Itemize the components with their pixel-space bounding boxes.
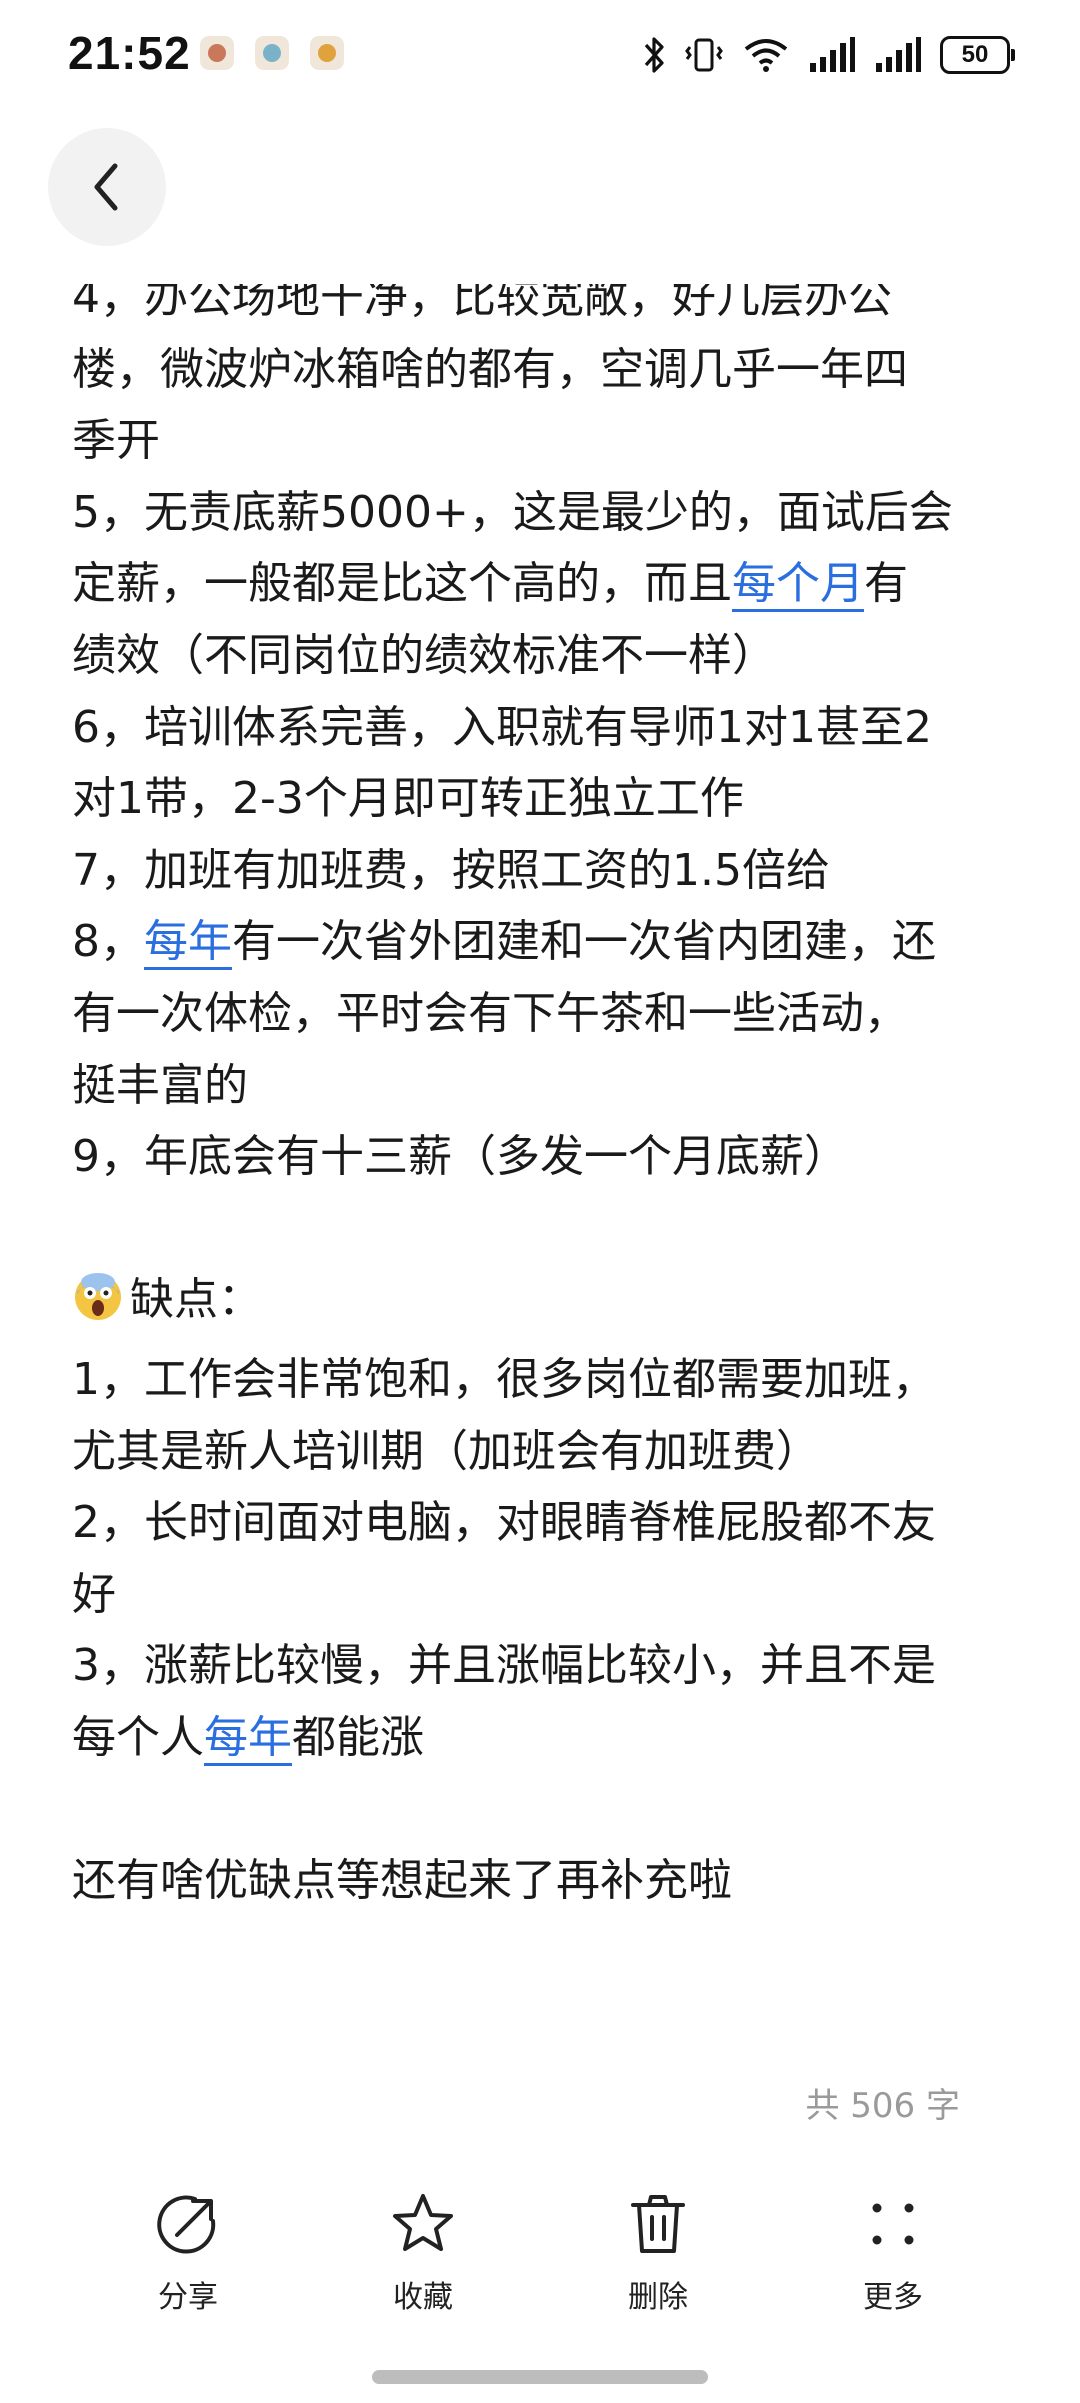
text-line: 7，加班有加班费，按照工资的1.5倍给 [72,844,830,896]
text-line: 9，年底会有十三薪（多发一个月底薪） [72,1131,848,1183]
text-line: 有一次体检，平时会有下午茶和一些活动， [72,987,908,1039]
favorite-button[interactable]: 收藏 [343,2188,503,2316]
text-line: 好 [72,1568,116,1620]
text-line: 5，无责底薪5000+，这是最少的，面试后会 [72,486,953,538]
word-count: 共 506 字 [805,2086,960,2126]
keyword-link[interactable]: 每年 [204,1711,292,1766]
text-line: 还有啥优缺点等想起来了再补充啦 [72,1855,732,1907]
text-line: 尤其是新人培训期（加班会有加班费） [72,1425,820,1477]
app-notification-icon [310,36,344,70]
battery-level: 50 [961,41,989,68]
app-notification-icon [255,36,289,70]
text-line: 对1带，2-3个月即可转正独立工作 [72,773,744,825]
text-fragment: 8， [72,916,144,968]
text-fragment: 都能涨 [292,1711,424,1763]
note-body: 4，办公场地干净，比较宽敞，好几层办公 楼，微波炉冰箱啥的都有，空调几乎一年四 … [72,262,1012,1917]
text-line: 缺点： [72,1264,1012,1344]
text-line: 绩效（不同岗位的绩效标准不一样） [72,629,776,681]
text-line: 季开 [72,415,160,467]
wifi-icon [742,35,790,75]
back-button[interactable] [48,128,166,246]
text-line: 定薪，一般都是比这个高的，而且每个月有 [72,548,1012,620]
more-label: 更多 [863,2280,923,2315]
share-label: 分享 [158,2280,218,2315]
chevron-left-icon [94,163,118,211]
keyword-link[interactable]: 每个月 [732,558,864,613]
more-dots-icon [857,2188,929,2260]
share-icon [152,2188,224,2260]
signal-icon [874,35,922,75]
star-icon [387,2188,459,2260]
trash-icon [622,2188,694,2260]
text-fragment: 有一次省外团建和一次省内团建，还 [232,916,936,968]
text-fragment: 有 [864,558,908,610]
text-line: 楼，微波炉冰箱啥的都有，空调几乎一年四 [72,343,908,395]
keyword-link[interactable]: 每年 [144,916,232,971]
battery-icon: 50 [940,36,1015,74]
vibrate-icon [684,35,724,75]
section-heading: 缺点： [130,1274,262,1326]
text-line: 挺丰富的 [72,1059,248,1111]
favorite-label: 收藏 [393,2280,453,2315]
screaming-face-emoji-icon [72,1270,124,1344]
bluetooth-icon [642,35,666,75]
delete-button[interactable]: 删除 [578,2188,738,2316]
text-line: 2，长时间面对电脑，对眼睛脊椎屁股都不友 [72,1497,936,1549]
share-button[interactable]: 分享 [108,2188,268,2316]
bottom-toolbar: 分享 收藏 删除 更多 [0,2170,1080,2320]
more-button[interactable]: 更多 [813,2188,973,2316]
status-bar: 21:52 50 [0,0,1080,110]
text-line: 6，培训体系完善，入职就有导师1对1甚至2 [72,701,932,753]
text-fragment: 每个人 [72,1711,204,1763]
text-line: 8，每年有一次省外团建和一次省内团建，还 [72,906,1012,978]
text-line: 1，工作会非常饱和，很多岗位都需要加班， [72,1353,936,1405]
signal-icon [808,35,856,75]
text-line: 3，涨薪比较慢，并且涨幅比较小，并且不是 [72,1640,936,1692]
status-time: 21:52 [68,27,191,79]
app-notification-icon [200,36,234,70]
text-line: 4，办公场地干净，比较宽敞，好几层办公 [72,272,892,323]
delete-label: 删除 [628,2280,688,2315]
text-fragment: 定薪，一般都是比这个高的，而且 [72,558,732,610]
text-line: 每个人每年都能涨 [72,1702,1012,1774]
home-indicator[interactable] [372,2370,708,2384]
